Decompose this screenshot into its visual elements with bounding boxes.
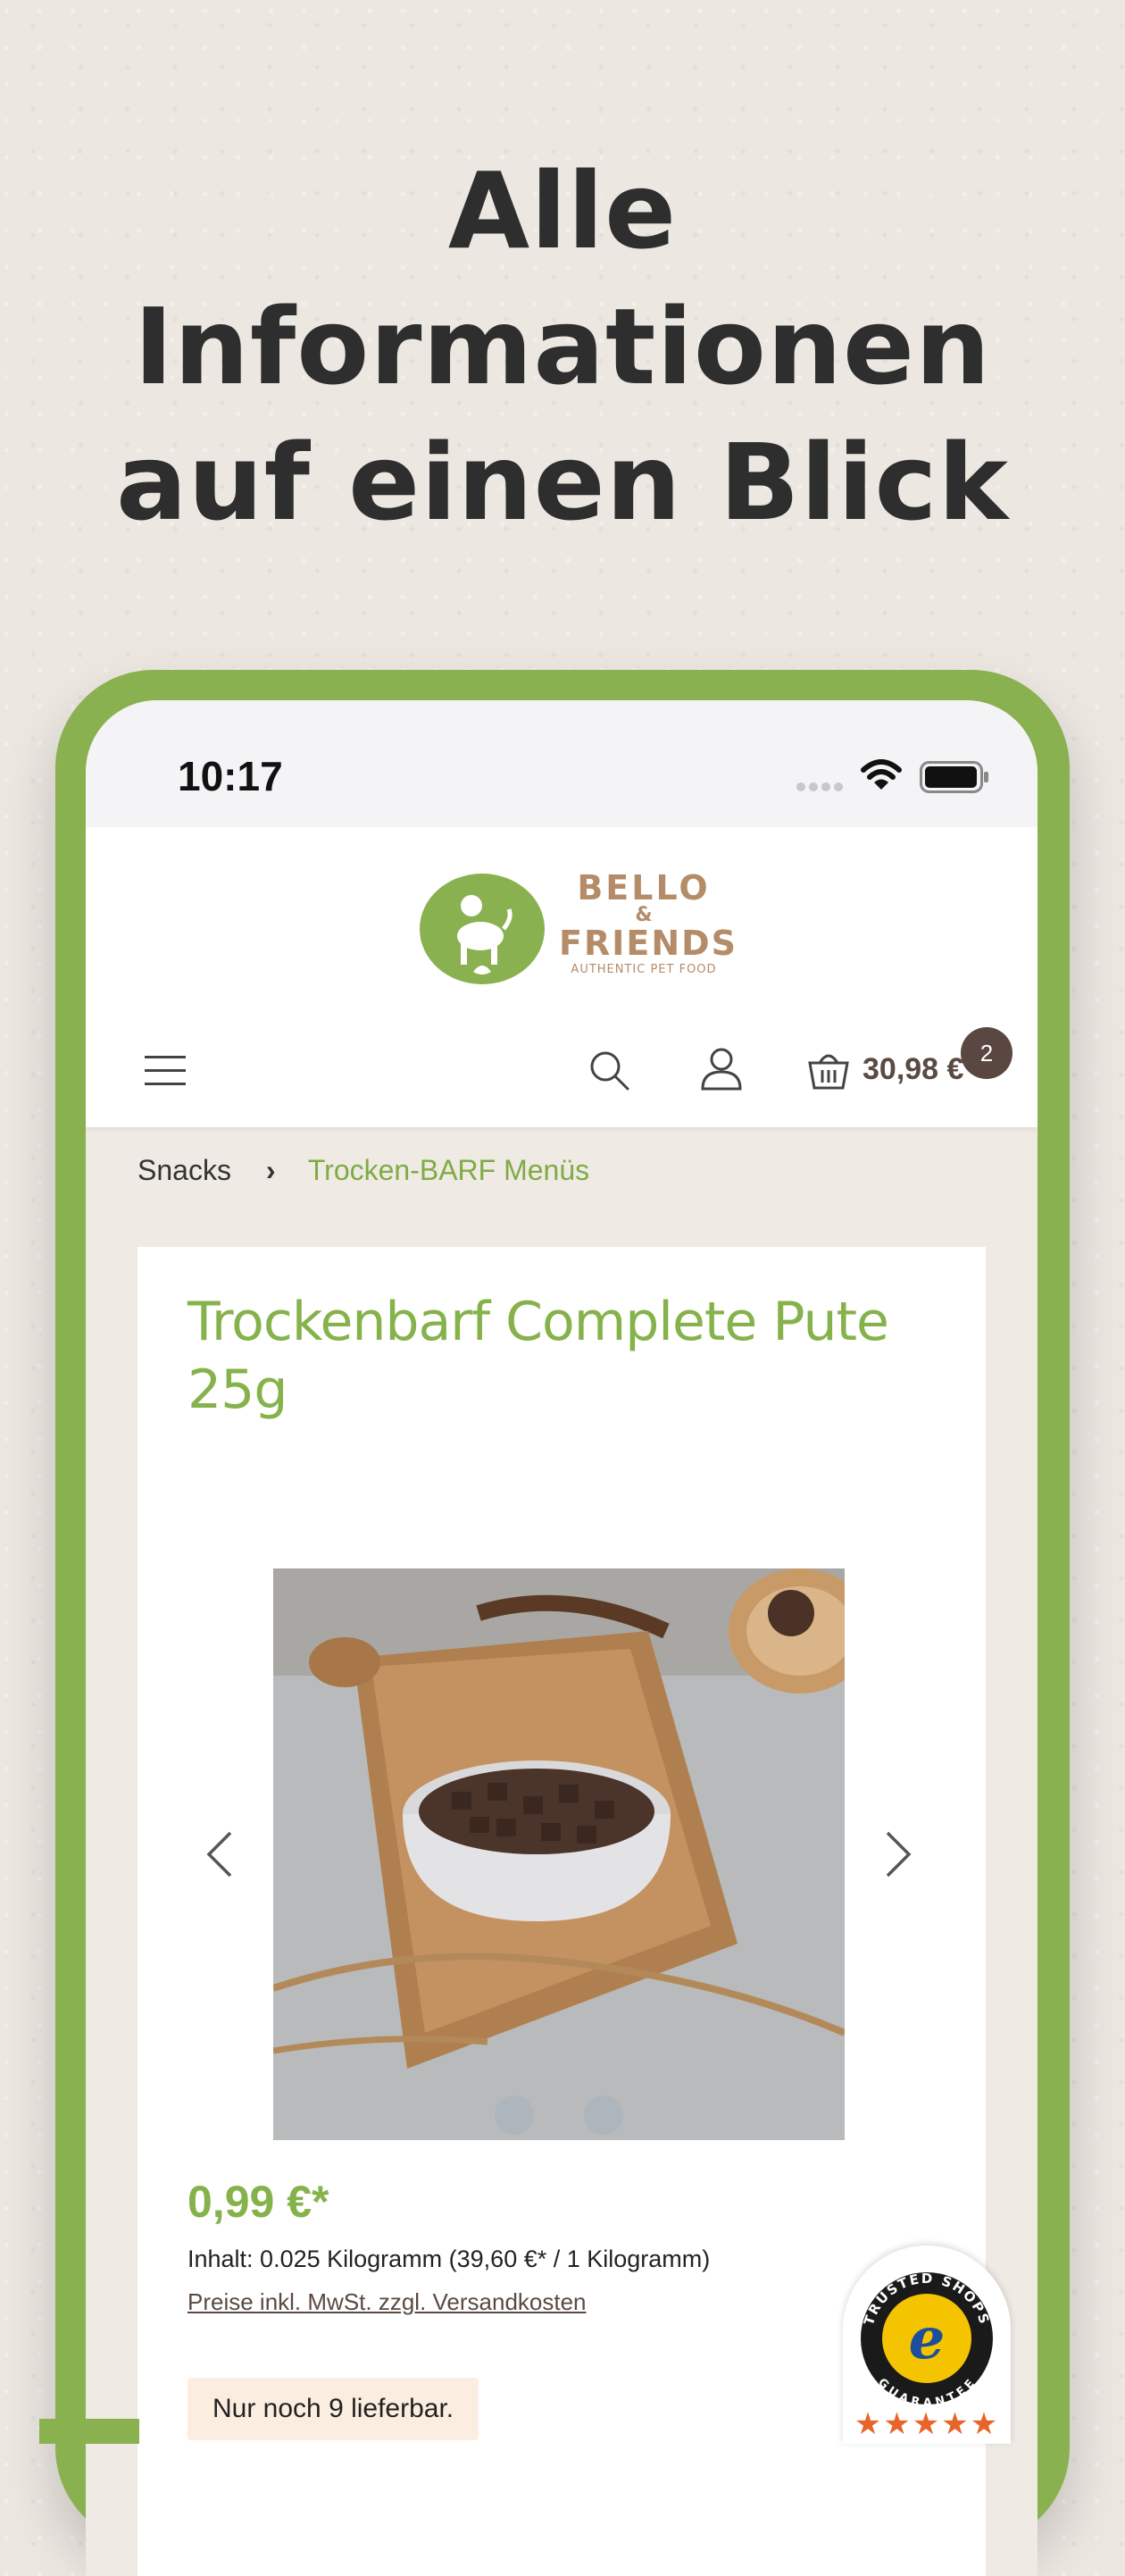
product-image: [273, 1568, 845, 2140]
shopping-basket-icon[interactable]: [807, 1047, 850, 1091]
cart-count-badge[interactable]: 2: [961, 1027, 1012, 1079]
trusted-shops-seal-icon: TRUSTED SHOPS GUARANTEE e: [861, 2271, 993, 2410]
unit-price-info: Inhalt: 0.025 Kilogramm (39,60 €* / 1 Ki…: [188, 2246, 711, 2272]
dog-icon: [457, 895, 512, 974]
account-icon[interactable]: [700, 1047, 743, 1091]
product-photo: [273, 1568, 845, 2140]
logo-ampersand: &: [635, 904, 653, 926]
headline-line-1: Alle: [447, 149, 678, 272]
trusted-shops-letter: e: [909, 2305, 946, 2372]
chevron-left-icon[interactable]: [202, 1827, 238, 1881]
logo-dog-emblem: [420, 874, 545, 984]
breadcrumb: Snacks › Trocken-BARF Menüs: [138, 1154, 589, 1187]
floating-green-tab[interactable]: [39, 2419, 139, 2444]
shipping-costs-link[interactable]: Preise inkl. MwSt. zzgl. Versandkosten: [188, 2288, 587, 2316]
headline-line-3: auf einen Blick: [116, 421, 1009, 544]
logo-tagline: AUTHENTIC PET FOOD: [571, 963, 717, 976]
top-nav-bar: 30,98 € 2: [86, 1015, 1038, 1127]
logo-bello: BELLO: [577, 868, 711, 907]
product-title: Trockenbarf Complete Pute 25g: [188, 1291, 889, 1421]
breadcrumb-item-snacks[interactable]: Snacks: [138, 1154, 231, 1186]
marketing-headline: Alle Informationen auf einen Blick: [0, 143, 1125, 550]
status-bar: 10:17: [86, 700, 1038, 827]
menu-icon[interactable]: [145, 1054, 186, 1088]
logo-wordmark: BELLO & FRIENDS AUTHENTIC PET FOOD: [559, 868, 738, 979]
chevron-right-icon[interactable]: [880, 1827, 916, 1881]
breadcrumb-item-current[interactable]: Trocken-BARF Menüs: [308, 1154, 589, 1186]
product-price: 0,99 €*: [188, 2177, 329, 2227]
cellular-signal-icon: [796, 782, 843, 791]
wifi-icon: [861, 759, 902, 790]
gallery-dot-1[interactable]: [495, 2095, 534, 2135]
stock-badge: Nur noch 9 lieferbar.: [188, 2378, 479, 2440]
search-icon[interactable]: [588, 1049, 630, 1091]
cart-total[interactable]: 30,98 €: [862, 1052, 970, 1087]
headline-line-2: Informationen: [133, 285, 992, 408]
chevron-right-icon: ›: [265, 1154, 276, 1186]
brand-logo[interactable]: BELLO & FRIENDS AUTHENTIC PET FOOD: [86, 827, 1038, 1015]
rating-stars: ★★★★★: [854, 2406, 1000, 2442]
logo-friends: FRIENDS: [559, 924, 738, 963]
trusted-shops-badge[interactable]: TRUSTED SHOPS GUARANTEE e ★★★★★: [843, 2246, 1011, 2444]
battery-icon: [920, 761, 988, 793]
gallery-dot-2[interactable]: [584, 2095, 623, 2135]
status-time: 10:17: [178, 753, 283, 799]
